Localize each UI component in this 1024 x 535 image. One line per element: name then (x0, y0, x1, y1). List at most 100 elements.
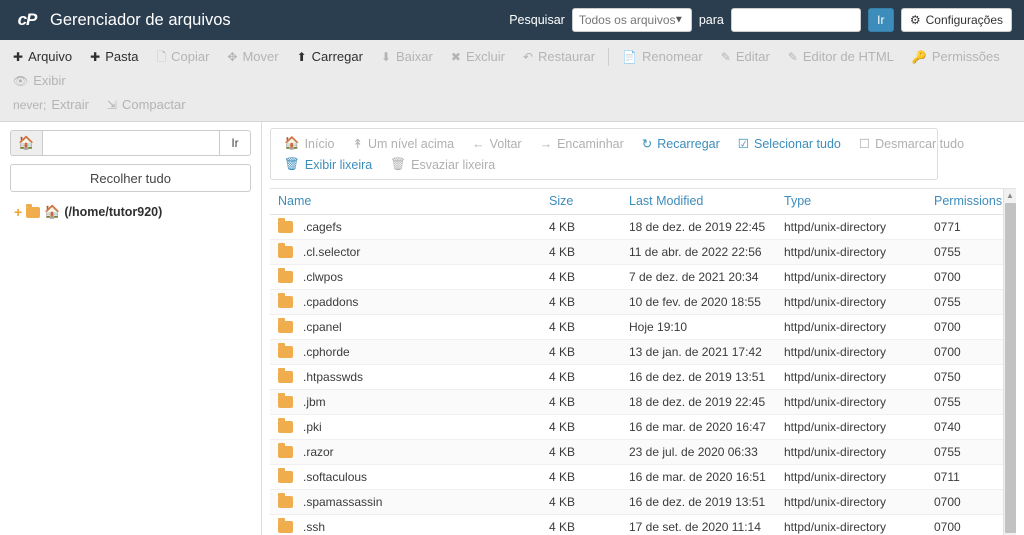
body-area: 🏠 Ir Recolher tudo + 🏠 (/home/tutor920) … (0, 122, 1024, 535)
table-row[interactable]: .cl.selector4 KB11 de abr. de 2022 22:56… (270, 240, 1016, 265)
search-type-select[interactable]: Todos os arquivos (572, 8, 692, 32)
folder-icon (278, 471, 293, 483)
table-row[interactable]: .htpasswds4 KB16 de dez. de 2019 13:51ht… (270, 365, 1016, 390)
tree-node-home[interactable]: + 🏠 (/home/tutor920) (14, 204, 251, 220)
collapse-all-button[interactable]: Recolher tudo (10, 164, 251, 192)
table-row[interactable]: .softaculous4 KB16 de mar. de 2020 16:51… (270, 465, 1016, 490)
eye-icon: 👁 (13, 75, 28, 87)
app-header: cP Gerenciador de arquivos Pesquisar Tod… (0, 0, 1024, 40)
view-trash-label: Exibir lixeira (305, 158, 372, 172)
table-row[interactable]: .ssh4 KB17 de set. de 2020 11:14httpd/un… (270, 515, 1016, 535)
file-name-label: .razor (303, 445, 334, 459)
nav-back[interactable]: ← Voltar (463, 134, 530, 154)
toolbar-edit-label: Editar (736, 49, 770, 65)
table-row[interactable]: .razor4 KB23 de jul. de 2020 06:33httpd/… (270, 440, 1016, 465)
toolbar-view[interactable]: 👁 Exibir (4, 69, 75, 93)
toolbar-new-file[interactable]: ✚ Arquivo (4, 45, 81, 69)
plus-icon: ✚ (13, 51, 23, 63)
search-go-button[interactable]: Ir (868, 8, 894, 32)
view-trash-button[interactable]: 🗑 Exibir lixeira (275, 154, 381, 175)
cell-name[interactable]: .clwpos (270, 265, 545, 290)
home-icon: 🏠 (44, 204, 60, 220)
toolbar-delete-label: Excluir (466, 49, 505, 65)
file-name-label: .cagefs (303, 220, 342, 234)
table-row[interactable]: .cpaddons4 KB10 de fev. de 2020 18:55htt… (270, 290, 1016, 315)
table-row[interactable]: .clwpos4 KB7 de dez. de 2021 20:34httpd/… (270, 265, 1016, 290)
cell-name[interactable]: .cl.selector (270, 240, 545, 265)
column-header-last-modified[interactable]: Last Modified (625, 189, 780, 215)
toolbar-rename[interactable]: 📄 Renomear (613, 45, 712, 69)
select-all-button[interactable]: ☑ Selecionar tudo (729, 133, 850, 154)
cell-name[interactable]: .razor (270, 440, 545, 465)
column-header-type[interactable]: Type (780, 189, 930, 215)
cell-name[interactable]: .cagefs (270, 215, 545, 240)
cell-type: httpd/unix-directory (780, 240, 930, 265)
toolbar-upload[interactable]: ⬆ Carregar (288, 45, 372, 69)
toolbar-html-editor[interactable]: ✎ Editor de HTML (779, 45, 903, 69)
file-name-label: .clwpos (303, 270, 343, 284)
cell-type: httpd/unix-directory (780, 390, 930, 415)
settings-button[interactable]: ⚙ Configurações (901, 8, 1012, 32)
table-row[interactable]: .cpanel4 KBHoje 19:10httpd/unix-director… (270, 315, 1016, 340)
cell-name[interactable]: .cphorde (270, 340, 545, 365)
toolbar-download[interactable]: ⬇ Baixar (372, 45, 442, 69)
cell-name[interactable]: .cpanel (270, 315, 545, 340)
name-cell-wrapper: .pki (278, 420, 541, 434)
key-icon: 🔑 (912, 51, 927, 63)
table-row[interactable]: .cagefs4 KB18 de dez. de 2019 22:45httpd… (270, 215, 1016, 240)
scrollbar-thumb[interactable] (1005, 203, 1016, 533)
column-header-size[interactable]: Size (545, 189, 625, 215)
pencil-icon: ✎ (721, 51, 731, 63)
cell-name[interactable]: .ssh (270, 515, 545, 535)
path-go-button[interactable]: Ir (219, 130, 251, 156)
unselect-all-button[interactable]: ☐ Desmarcar tudo (850, 133, 973, 154)
toolbar-divider (608, 48, 609, 66)
toolbar-move[interactable]: ✥ Mover (218, 45, 287, 69)
cell-last-modified: 16 de dez. de 2019 13:51 (625, 365, 780, 390)
toolbar-copy-label: Copiar (171, 49, 209, 65)
cell-size: 4 KB (545, 490, 625, 515)
cell-size: 4 KB (545, 415, 625, 440)
cell-name[interactable]: .pki (270, 415, 545, 440)
cell-name[interactable]: .spamassassin (270, 490, 545, 515)
main-toolbar: ✚ Arquivo ✚ Pasta 🗋 Copiar ✥ Mover ⬆ Car… (0, 40, 1024, 122)
folder-icon (278, 396, 293, 408)
nav-home[interactable]: 🏠 Início (275, 133, 343, 154)
table-scrollbar[interactable]: ▲ (1003, 189, 1016, 535)
cpanel-logo-icon: cP (14, 9, 40, 31)
copy-icon: 🗋 (156, 51, 166, 63)
download-icon: ⬇ (381, 51, 391, 63)
nav-up-one-level[interactable]: ↟ Um nível acima (343, 133, 463, 154)
expand-plus-icon[interactable]: + (14, 204, 22, 220)
cell-last-modified: 16 de dez. de 2019 13:51 (625, 490, 780, 515)
table-row[interactable]: .cphorde4 KB13 de jan. de 2021 17:42http… (270, 340, 1016, 365)
nav-forward[interactable]: → Encaminhar (531, 134, 633, 154)
toolbar-permissions[interactable]: 🔑 Permissões (903, 45, 1009, 69)
toolbar-extract[interactable]: never; Extrair (4, 93, 98, 117)
table-row[interactable]: .jbm4 KB18 de dez. de 2019 22:45httpd/un… (270, 390, 1016, 415)
empty-trash-button[interactable]: 🗑 Esvaziar lixeira (381, 154, 504, 175)
file-name-label: .cphorde (303, 345, 350, 359)
cell-name[interactable]: .jbm (270, 390, 545, 415)
table-row[interactable]: .spamassassin4 KB16 de dez. de 2019 13:5… (270, 490, 1016, 515)
toolbar-copy[interactable]: 🗋 Copiar (147, 45, 218, 69)
toolbar-restore[interactable]: ↶ Restaurar (514, 45, 604, 69)
search-input[interactable] (731, 8, 861, 32)
toolbar-delete[interactable]: ✖ Excluir (442, 45, 514, 69)
cell-name[interactable]: .softaculous (270, 465, 545, 490)
toolbar-compress[interactable]: ⇲ Compactar (98, 93, 195, 117)
path-input[interactable] (42, 130, 219, 156)
table-row[interactable]: .pki4 KB16 de mar. de 2020 16:47httpd/un… (270, 415, 1016, 440)
scroll-up-arrow-icon[interactable]: ▲ (1004, 189, 1016, 202)
cell-name[interactable]: .cpaddons (270, 290, 545, 315)
name-cell-wrapper: .cpaddons (278, 295, 541, 309)
file-table-container: Name Size Last Modified Type Permissions… (270, 188, 1016, 535)
cell-last-modified: 13 de jan. de 2021 17:42 (625, 340, 780, 365)
name-cell-wrapper: .cagefs (278, 220, 541, 234)
column-header-name[interactable]: Name (270, 189, 545, 215)
nav-reload[interactable]: ↻ Recarregar (633, 133, 729, 154)
file-name-label: .cpanel (303, 320, 342, 334)
cell-name[interactable]: .htpasswds (270, 365, 545, 390)
toolbar-new-folder[interactable]: ✚ Pasta (81, 45, 147, 69)
toolbar-edit[interactable]: ✎ Editar (712, 45, 779, 69)
